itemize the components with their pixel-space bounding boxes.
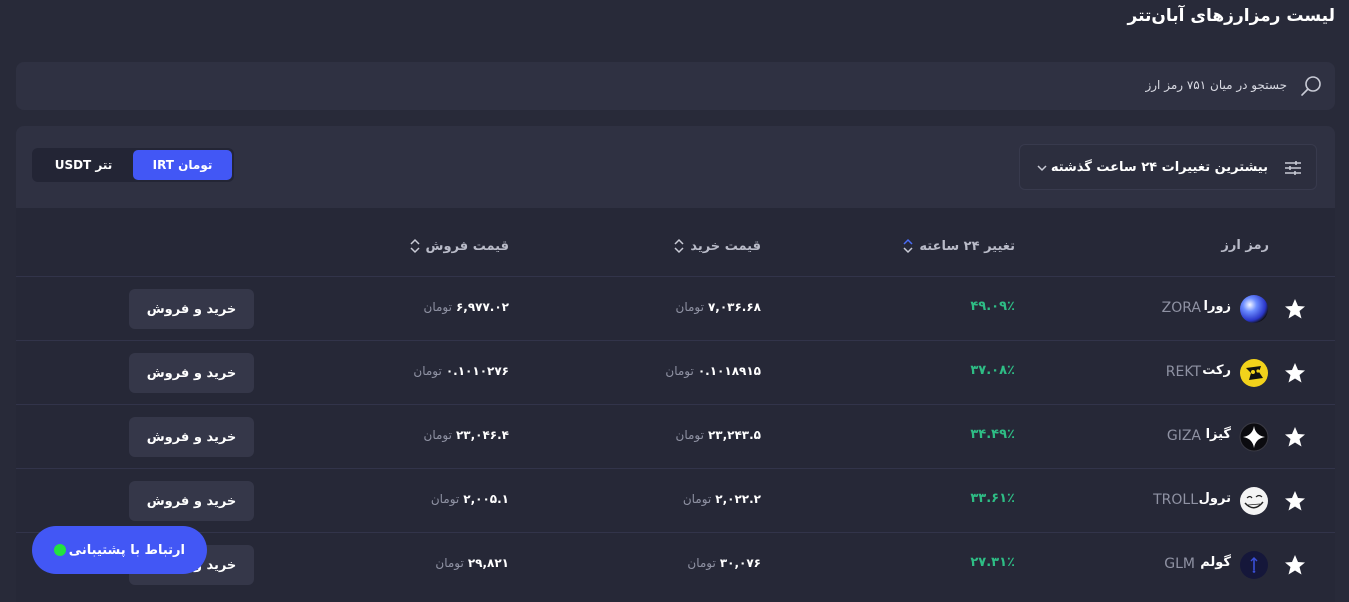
buy-price-value: ۲,۰۲۲.۲ [715,492,761,506]
sell-price-value: ۲,۰۰۵.۱ [463,492,509,506]
change-24h: ۳۷.۰۸٪ [970,363,1015,378]
price-unit: تومان [665,364,694,378]
price-unit: تومان [675,300,704,314]
table-row[interactable]: گولم GLM ۲۷.۳۱٪ ۳۰,۰۷۶تومان ۲۹,۸۲۱تومان … [16,532,1335,596]
sort-arrows-icon [674,238,684,254]
price-unit: تومان [682,492,712,506]
change-24h: ۳۳.۶۱٪ [970,491,1015,506]
buy-price-value: ۳۰,۰۷۶ [719,556,761,570]
zora-icon [1240,295,1268,323]
sort-arrows-icon [903,238,913,254]
price-unit: تومان [413,364,442,378]
column-header-coin-label: رمز ارز [1221,238,1269,253]
sort-arrows-icon [410,238,420,254]
buy-price: ۰.۱۰۱۸۹۱۵تومان [665,364,761,378]
coin-symbol: GIZA [1166,428,1201,444]
buy-price: ۲,۰۲۲.۲تومان [683,492,761,506]
price-unit: تومان [430,492,460,506]
sell-price-value: ۲۳,۰۴۶.۴ [455,428,509,442]
table-row[interactable]: گیزا GIZA ۳۴.۴۹٪ ۲۳,۲۴۳.۵تومان ۲۳,۰۴۶.۴ت… [16,404,1335,468]
table-row[interactable]: زورا ZORA ۴۹.۰۹٪ ۷,۰۳۶.۶۸تومان ۶,۹۷۷.۰۲ت… [16,276,1335,340]
sell-price-value: ۰.۱۰۱۰۲۷۶ [445,364,509,378]
sell-price-value: ۲۹,۸۲۱ [467,556,509,570]
buy-price: ۷,۰۳۶.۶۸تومان [676,300,762,314]
trade-button[interactable]: خرید و فروش [129,289,254,329]
sell-price-value: ۶,۹۷۷.۰۲ [455,300,509,314]
sell-price: ۶,۹۷۷.۰۲تومان [424,300,510,314]
coin-symbol: ZORA [1161,300,1201,316]
buy-price-value: ۰.۱۰۱۸۹۱۵ [697,364,761,378]
price-unit: تومان [423,300,452,314]
price-unit: تومان [423,428,452,442]
coin-name: گیزا [1205,427,1231,442]
chevron-down-icon [1037,165,1047,172]
star-icon[interactable] [1283,553,1307,577]
buy-price: ۲۳,۲۴۳.۵تومان [676,428,762,442]
coin-list-panel: بیشترین تغییرات ۲۴ ساعت گذشته تومان IRT … [16,126,1335,602]
troll-icon [1240,487,1268,515]
trade-button[interactable]: خرید و فروش [129,481,254,521]
filter-sliders-icon [1285,161,1301,175]
sell-price: ۲۳,۰۴۶.۴تومان [424,428,510,442]
column-header-change-label: تغییر ۲۴ ساعته [919,238,1015,254]
coin-name: گولم [1200,555,1231,570]
buy-price-value: ۲۳,۲۴۳.۵ [707,428,761,442]
column-header-buy[interactable]: قیمت خرید [674,238,761,254]
search-box[interactable]: جستجو در میان ۷۵۱ رمز ارز [16,62,1335,110]
online-status-icon [54,544,66,556]
coin-symbol: TROLL [1153,492,1198,508]
column-header-sell-label: قیمت فروش [425,238,509,254]
search-icon [1301,76,1321,96]
change-24h: ۲۷.۳۱٪ [970,555,1015,570]
sell-price: ۰.۱۰۱۰۲۷۶تومان [413,364,509,378]
sort-dropdown[interactable]: بیشترین تغییرات ۲۴ ساعت گذشته [1019,144,1317,190]
trade-button[interactable]: خرید و فروش [129,353,254,393]
buy-price: ۳۰,۰۷۶تومان [687,556,761,570]
table-row[interactable]: ترول TROLL ۳۳.۶۱٪ ۲,۰۲۲.۲تومان ۲,۰۰۵.۱تو… [16,468,1335,532]
coin-name: زورا [1203,299,1231,314]
sort-dropdown-label: بیشترین تغییرات ۲۴ ساعت گذشته [1050,160,1268,175]
column-header-buy-label: قیمت خرید [690,238,761,254]
sell-price: ۲,۰۰۵.۱تومان [431,492,509,506]
search-input[interactable]: جستجو در میان ۷۵۱ رمز ارز [1145,78,1287,92]
coin-table: رمز ارز تغییر ۲۴ ساعته قیمت خرید قیمت فر… [16,208,1335,602]
giza-icon [1239,422,1269,452]
star-icon[interactable] [1283,361,1307,385]
star-icon[interactable] [1283,425,1307,449]
coin-symbol: GLM [1164,556,1195,572]
golem-icon [1240,551,1268,579]
column-header-coin: رمز ارز [1221,238,1269,253]
coin-name: رکت [1202,363,1231,378]
star-icon[interactable] [1283,489,1307,513]
column-header-sell[interactable]: قیمت فروش [410,238,509,254]
coin-symbol: REKT [1165,364,1201,380]
table-row[interactable]: رکت REKT ۳۷.۰۸٪ ۰.۱۰۱۸۹۱۵تومان ۰.۱۰۱۰۲۷۶… [16,340,1335,404]
sell-price: ۲۹,۸۲۱تومان [435,556,509,570]
rekt-icon [1240,359,1268,387]
currency-toggle: تومان IRT تتر USDT [32,148,234,182]
price-unit: تومان [675,428,704,442]
support-chat-button[interactable]: ارتباط با پشتیبانی [32,526,207,574]
price-unit: تومان [435,556,464,570]
change-24h: ۳۴.۴۹٪ [970,427,1015,442]
currency-option-irt[interactable]: تومان IRT [133,150,232,180]
star-icon[interactable] [1283,297,1307,321]
column-header-change[interactable]: تغییر ۲۴ ساعته [903,238,1015,254]
coin-name: ترول [1198,491,1231,506]
trade-button[interactable]: خرید و فروش [129,417,254,457]
buy-price-value: ۷,۰۳۶.۶۸ [707,300,761,314]
support-chat-label: ارتباط با پشتیبانی [68,542,185,558]
currency-option-usdt[interactable]: تتر USDT [34,150,133,180]
change-24h: ۴۹.۰۹٪ [970,299,1015,314]
page-title: لیست رمزارزهای آبان‌تتر [1127,6,1336,26]
price-unit: تومان [687,556,716,570]
